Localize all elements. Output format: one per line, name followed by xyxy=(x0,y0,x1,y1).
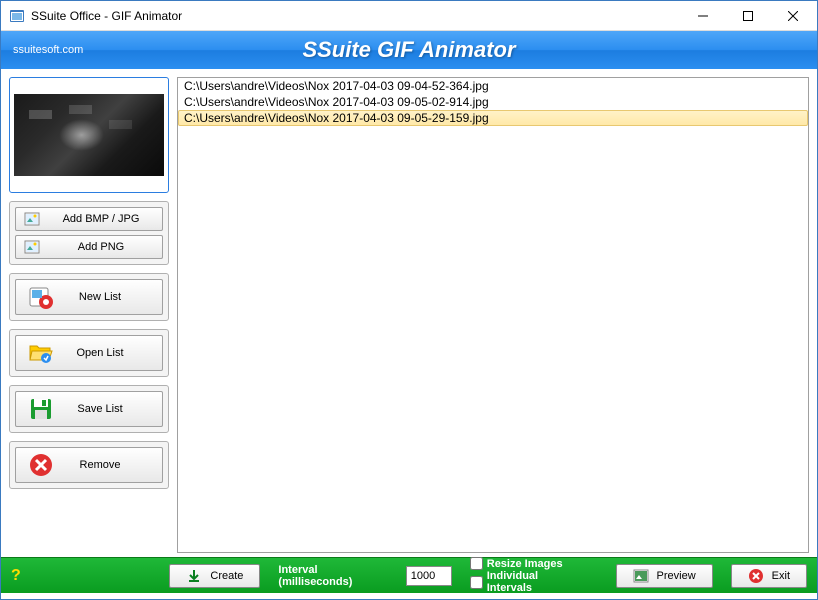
bottom-bar: ? Create Interval (milliseconds) Resize … xyxy=(1,557,817,593)
new-list-icon xyxy=(28,284,54,310)
main-area: Add BMP / JPG Add PNG New List Open List… xyxy=(1,69,817,557)
add-group: Add BMP / JPG Add PNG xyxy=(9,201,169,265)
app-icon xyxy=(9,8,25,24)
interval-label: Interval (milliseconds) xyxy=(278,564,387,588)
titlebar: SSuite Office - GIF Animator xyxy=(1,1,817,31)
interval-input[interactable] xyxy=(406,566,452,586)
resize-checkbox[interactable] xyxy=(470,557,483,570)
exit-label: Exit xyxy=(772,570,790,582)
remove-icon xyxy=(28,452,54,478)
create-icon xyxy=(186,568,202,584)
open-list-button[interactable]: Open List xyxy=(15,335,163,371)
resize-label: Resize Images xyxy=(487,558,563,570)
new-group: New List xyxy=(9,273,169,321)
preview-button[interactable]: Preview xyxy=(616,564,713,588)
add-bmp-label: Add BMP / JPG xyxy=(48,213,154,225)
remove-label: Remove xyxy=(62,459,154,471)
save-icon xyxy=(28,396,54,422)
resize-checkbox-row[interactable]: Resize Images xyxy=(470,557,580,570)
sidebar: Add BMP / JPG Add PNG New List Open List… xyxy=(9,77,169,553)
individual-checkbox[interactable] xyxy=(470,576,483,589)
open-list-label: Open List xyxy=(62,347,154,359)
open-group: Open List xyxy=(9,329,169,377)
image-icon xyxy=(24,239,40,255)
help-button[interactable]: ? xyxy=(11,567,30,585)
preview-icon xyxy=(633,568,649,584)
preview-frame xyxy=(9,77,169,193)
create-button[interactable]: Create xyxy=(169,564,260,588)
banner: ssuitesoft.com SSuite GIF Animator xyxy=(1,31,817,69)
add-png-label: Add PNG xyxy=(48,241,154,253)
exit-icon xyxy=(748,568,764,584)
checkbox-group: Resize Images Individual Intervals xyxy=(470,557,580,594)
add-bmp-jpg-button[interactable]: Add BMP / JPG xyxy=(15,207,163,231)
image-icon xyxy=(24,211,40,227)
new-list-label: New List xyxy=(62,291,154,303)
save-list-label: Save List xyxy=(62,403,154,415)
create-label: Create xyxy=(210,570,243,582)
remove-button[interactable]: Remove xyxy=(15,447,163,483)
minimize-button[interactable] xyxy=(680,2,725,30)
individual-label: Individual Intervals xyxy=(487,570,580,594)
banner-url: ssuitesoft.com xyxy=(13,44,83,56)
new-list-button[interactable]: New List xyxy=(15,279,163,315)
folder-open-icon xyxy=(28,340,54,366)
list-item[interactable]: C:\Users\andre\Videos\Nox 2017-04-03 09-… xyxy=(178,94,808,110)
preview-image xyxy=(14,94,164,176)
maximize-button[interactable] xyxy=(725,2,770,30)
save-list-button[interactable]: Save List xyxy=(15,391,163,427)
remove-group: Remove xyxy=(9,441,169,489)
list-item[interactable]: C:\Users\andre\Videos\Nox 2017-04-03 09-… xyxy=(178,110,808,126)
add-png-button[interactable]: Add PNG xyxy=(15,235,163,259)
save-group: Save List xyxy=(9,385,169,433)
file-list[interactable]: C:\Users\andre\Videos\Nox 2017-04-03 09-… xyxy=(177,77,809,553)
list-item[interactable]: C:\Users\andre\Videos\Nox 2017-04-03 09-… xyxy=(178,78,808,94)
close-button[interactable] xyxy=(770,2,815,30)
banner-title: SSuite GIF Animator xyxy=(302,37,515,63)
exit-button[interactable]: Exit xyxy=(731,564,807,588)
individual-checkbox-row[interactable]: Individual Intervals xyxy=(470,570,580,594)
window-title: SSuite Office - GIF Animator xyxy=(31,9,680,23)
preview-label: Preview xyxy=(657,570,696,582)
